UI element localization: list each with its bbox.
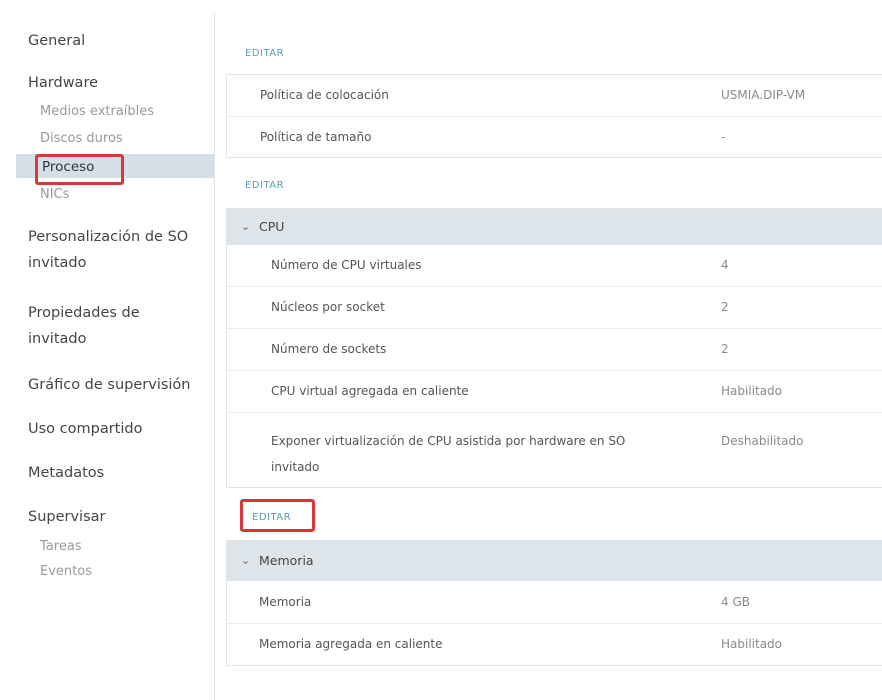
table-row: Número de sockets 2	[227, 329, 882, 371]
policy-label: Política de colocación	[260, 88, 389, 102]
sidebar-item-removable-media[interactable]: Medios extraíbles	[40, 103, 154, 121]
table-row: Memoria 4 GB	[227, 581, 882, 624]
sidebar-item-guest-customization-line1: Personalización de SO	[28, 229, 189, 245]
policies-panel: Política de colocación USMIA.DIP-VM Polí…	[226, 74, 882, 158]
sidebar-item-events[interactable]: Eventos	[40, 563, 92, 581]
sidebar-item-hard-disks[interactable]: Discos duros	[40, 130, 123, 148]
table-row: Política de tamaño -	[227, 117, 882, 158]
cpu-row-value: 4	[721, 258, 729, 272]
memory-row-value: Habilitado	[721, 637, 783, 651]
cpu-row-label: Número de sockets	[271, 342, 387, 356]
cpu-row-label-line1: Exponer virtualización de CPU asistida p…	[271, 434, 626, 448]
sidebar-item-guest-properties[interactable]: Propiedades de invitado	[28, 302, 140, 350]
edit-cpu-link[interactable]: EDITAR	[245, 180, 284, 191]
cpu-panel: ⌄ CPU Número de CPU virtuales 4 Núcleos …	[226, 208, 882, 488]
table-row: Número de CPU virtuales 4	[227, 245, 882, 287]
cpu-row-label: Número de CPU virtuales	[271, 258, 422, 272]
memory-row-label: Memoria agregada en caliente	[259, 637, 443, 651]
sidebar-item-tasks[interactable]: Tareas	[40, 538, 82, 556]
policy-value: USMIA.DIP-VM	[721, 88, 806, 102]
cpu-row-label: Exponer virtualización de CPU asistida p…	[271, 428, 625, 480]
cpu-row-value: 2	[721, 342, 729, 356]
cpu-row-label: Núcleos por socket	[271, 300, 385, 314]
cpu-section-header[interactable]: ⌄ CPU	[227, 209, 882, 245]
memory-section-header[interactable]: ⌄ Memoria	[227, 541, 882, 581]
app-window: General Hardware Medios extraíbles Disco…	[0, 0, 882, 700]
sidebar-item-guest-properties-line2: invitado	[28, 331, 87, 347]
chevron-down-icon: ⌄	[241, 220, 251, 233]
cpu-row-label: CPU virtual agregada en caliente	[271, 384, 469, 398]
edit-memory-highlight-box	[240, 499, 315, 532]
sidebar-item-guest-properties-line1: Propiedades de	[28, 305, 140, 321]
sidebar-item-general[interactable]: General	[28, 30, 85, 52]
cpu-row-value: 2	[721, 300, 729, 314]
sidebar-item-hardware[interactable]: Hardware	[28, 72, 98, 94]
cpu-section-title: CPU	[259, 219, 285, 234]
sidebar-item-sharing[interactable]: Uso compartido	[28, 418, 142, 440]
sidebar-item-guest-customization-line2: invitado	[28, 255, 87, 271]
cpu-row-label-line2: invitado	[271, 460, 320, 474]
memory-row-label: Memoria	[259, 595, 312, 609]
table-row: Núcleos por socket 2	[227, 287, 882, 329]
table-row: Memoria agregada en caliente Habilitado	[227, 624, 882, 666]
sidebar-item-metadata[interactable]: Metadatos	[28, 462, 104, 484]
policy-label: Política de tamaño	[260, 130, 372, 144]
edit-policies-link[interactable]: EDITAR	[245, 48, 284, 59]
sidebar-item-guest-customization[interactable]: Personalización de SO invitado	[28, 226, 188, 274]
policy-value: -	[721, 130, 726, 144]
table-row: Política de colocación USMIA.DIP-VM	[227, 75, 882, 117]
sidebar-item-supervise[interactable]: Supervisar	[28, 506, 106, 528]
cpu-row-value: Habilitado	[721, 384, 783, 398]
memory-section-title: Memoria	[259, 553, 314, 568]
processor-highlight-box	[35, 154, 124, 185]
memory-panel: ⌄ Memoria Memoria 4 GB Memoria agregada …	[226, 540, 882, 666]
sidebar-item-monitor-graph[interactable]: Gráfico de supervisión	[28, 374, 191, 396]
sidebar-item-nics[interactable]: NICs	[40, 186, 69, 204]
table-row: Exponer virtualización de CPU asistida p…	[227, 413, 882, 488]
table-row: CPU virtual agregada en caliente Habilit…	[227, 371, 882, 413]
cpu-row-value: Deshabilitado	[721, 434, 804, 448]
chevron-down-icon: ⌄	[241, 554, 251, 567]
memory-row-value: 4 GB	[721, 595, 750, 609]
